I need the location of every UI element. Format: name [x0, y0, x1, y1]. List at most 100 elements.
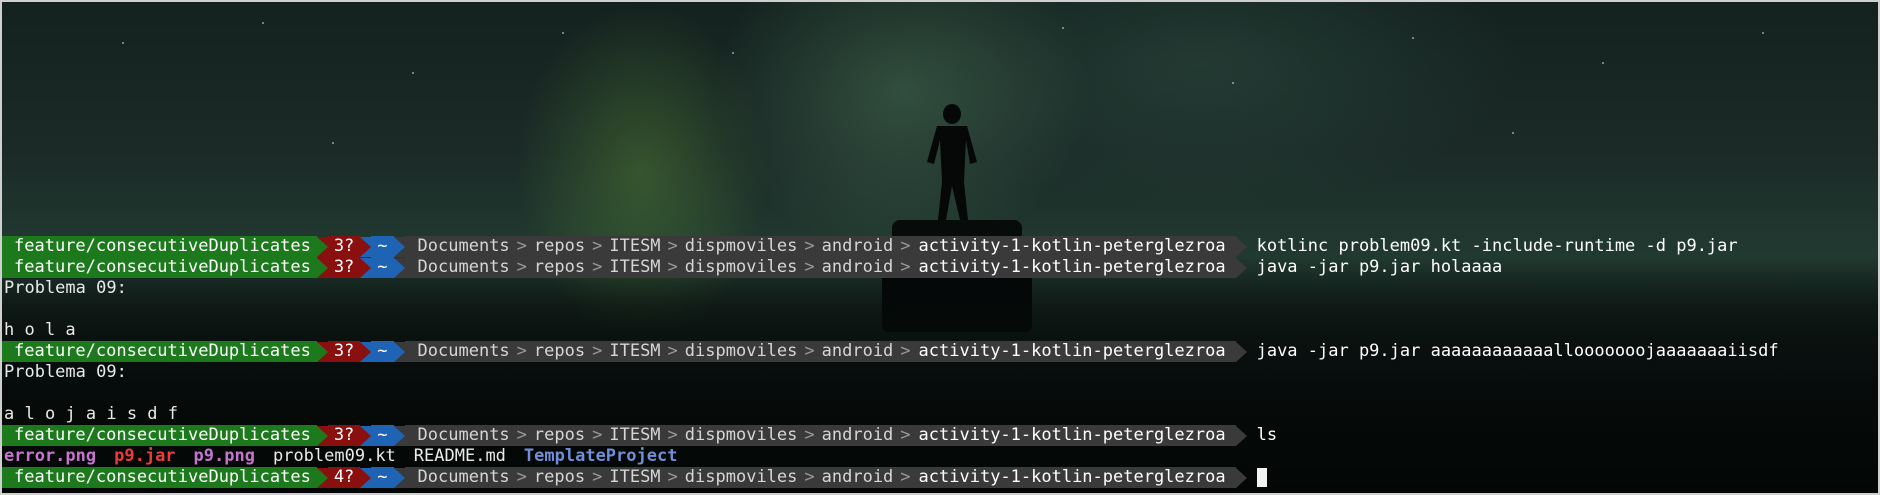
path-separator-icon: >: [516, 236, 527, 256]
path-dir: android: [821, 257, 894, 277]
powerline-arrow: [1235, 341, 1247, 362]
path-dir: android: [821, 467, 894, 487]
path-dir: dispmoviles: [684, 425, 798, 445]
path-dir: dispmoviles: [684, 467, 798, 487]
ls-entry: p9.jar: [114, 446, 176, 466]
terminal-output: feature/consecutiveDuplicates 3? ~ Document…: [2, 236, 1878, 488]
output-line: Problema 09:: [2, 362, 1878, 383]
path-separator-icon: >: [516, 425, 527, 445]
powerline-arrow: [316, 236, 328, 257]
path-separator-icon: >: [900, 257, 911, 277]
path-separator-icon: >: [516, 467, 527, 487]
command-text: java -jar p9.jar holaaaa: [1256, 257, 1503, 277]
path-dir: Documents: [417, 236, 510, 256]
powerline-arrow: [1235, 236, 1247, 257]
output-line: a l o j a i s d f: [2, 404, 1878, 425]
powerline-arrow: [316, 425, 328, 446]
git-branch-segment: feature/consecutiveDuplicates: [2, 236, 317, 257]
cwd-segment: activity-1-kotlin-peterglezroa: [912, 257, 1236, 278]
path-separator-icon: >: [667, 341, 678, 361]
powerline-arrow: [360, 257, 372, 278]
home-segment: ~: [371, 257, 394, 278]
git-branch-segment: feature/consecutiveDuplicates: [2, 257, 317, 278]
path-dir: repos: [533, 257, 586, 277]
command-text: ls: [1256, 425, 1278, 445]
path-separator-icon: >: [804, 341, 815, 361]
git-status-segment: 4?: [327, 467, 361, 488]
git-branch-segment: feature/consecutiveDuplicates: [2, 425, 317, 446]
path-dir: repos: [533, 236, 586, 256]
path-separator-icon: >: [900, 236, 911, 256]
cwd-segment: activity-1-kotlin-peterglezroa: [912, 236, 1236, 257]
path-dir: Documents: [417, 341, 510, 361]
path-dir: dispmoviles: [684, 236, 798, 256]
home-segment: ~: [371, 341, 394, 362]
path-dir: ITESM: [609, 425, 661, 445]
prompt-line: feature/consecutiveDuplicates 4? ~ Document…: [2, 467, 1878, 488]
path-separator-icon: >: [900, 341, 911, 361]
powerline-arrow: [316, 341, 328, 362]
path-segment: Documents > repos > ITESM > dispmoviles > androi…: [404, 236, 913, 257]
path-separator-icon: >: [804, 467, 815, 487]
path-dir: ITESM: [609, 236, 661, 256]
powerline-arrow: [360, 467, 372, 488]
path-segment: Documents > repos > ITESM > dispmoviles > androi…: [404, 341, 913, 362]
ls-entry: problem09.kt: [272, 446, 396, 466]
path-dir: android: [821, 236, 894, 256]
path-separator-icon: >: [667, 467, 678, 487]
powerline-arrow: [360, 236, 372, 257]
path-separator-icon: >: [516, 257, 527, 277]
path-dir: android: [821, 425, 894, 445]
path-separator-icon: >: [667, 236, 678, 256]
output-line: Problema 09:: [2, 278, 1878, 299]
path-separator-icon: >: [516, 341, 527, 361]
command-text: kotlinc problem09.kt -include-runtime -d…: [1256, 236, 1738, 256]
path-separator-icon: >: [592, 425, 603, 445]
output-text: a l o j a i s d f: [4, 404, 178, 424]
prompt-line: feature/consecutiveDuplicates 3? ~ Document…: [2, 257, 1878, 278]
home-segment: ~: [371, 467, 394, 488]
powerline-arrow: [316, 467, 328, 488]
path-dir: repos: [533, 425, 586, 445]
text-cursor[interactable]: [1256, 468, 1267, 487]
powerline-arrow: [393, 257, 405, 278]
home-segment: ~: [371, 236, 394, 257]
path-separator-icon: >: [667, 257, 678, 277]
path-dir: repos: [533, 467, 586, 487]
command-text: java -jar p9.jar aaaaaaaaaaaalloooooooja…: [1256, 341, 1779, 361]
git-status-segment: 3?: [327, 341, 361, 362]
path-separator-icon: >: [667, 425, 678, 445]
ls-output-line: error.png p9.jar p9.png problem09.kt README.…: [2, 446, 1878, 467]
ls-entry: p9.png: [193, 446, 255, 466]
home-segment: ~: [371, 425, 394, 446]
powerline-arrow: [393, 341, 405, 362]
path-separator-icon: >: [900, 467, 911, 487]
path-separator-icon: >: [900, 425, 911, 445]
path-dir: Documents: [417, 425, 510, 445]
path-separator-icon: >: [804, 425, 815, 445]
prompt-line: feature/consecutiveDuplicates 3? ~ Document…: [2, 236, 1878, 257]
git-status-segment: 3?: [327, 425, 361, 446]
powerline-arrow: [393, 425, 405, 446]
powerline-arrow: [316, 257, 328, 278]
path-dir: dispmoviles: [684, 341, 798, 361]
cwd-segment: activity-1-kotlin-peterglezroa: [912, 341, 1236, 362]
powerline-arrow: [393, 467, 405, 488]
powerline-arrow: [1235, 425, 1247, 446]
terminal-window[interactable]: feature/consecutiveDuplicates 3? ~ Document…: [0, 0, 1880, 495]
path-separator-icon: >: [804, 257, 815, 277]
path-dir: dispmoviles: [684, 257, 798, 277]
ls-entry: error.png: [4, 446, 97, 466]
output-text: Problema 09:: [4, 278, 127, 298]
powerline-arrow: [360, 425, 372, 446]
path-dir: repos: [533, 341, 586, 361]
output-line: h o l a: [2, 320, 1878, 341]
path-separator-icon: >: [804, 236, 815, 256]
ls-entry: README.md: [413, 446, 506, 466]
output-text: h o l a: [4, 320, 76, 340]
powerline-arrow: [1235, 467, 1247, 488]
path-separator-icon: >: [592, 257, 603, 277]
powerline-arrow: [393, 236, 405, 257]
